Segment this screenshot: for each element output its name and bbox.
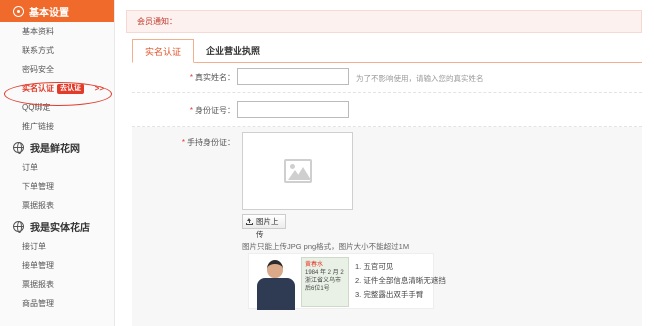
upload-button-label: 图片上传 bbox=[256, 217, 279, 239]
tip-item: 3. 完整露出双手手臂 bbox=[355, 290, 424, 299]
real-name-input[interactable] bbox=[237, 68, 349, 85]
sidebar-item-store-reports[interactable]: 票据报表 bbox=[0, 275, 114, 294]
photo-preview[interactable] bbox=[242, 132, 353, 210]
globe-icon bbox=[13, 220, 24, 233]
sidebar-item-products[interactable]: 商品管理 bbox=[0, 294, 114, 313]
upload-button[interactable]: 图片上传 bbox=[242, 214, 286, 239]
tab-bar: 实名认证 企业营业执照 bbox=[132, 39, 642, 63]
member-notice: 会员通知： bbox=[126, 10, 642, 33]
required-mark: * bbox=[181, 138, 185, 147]
id-number-input[interactable] bbox=[237, 101, 349, 118]
sidebar-section-florist-net[interactable]: 我是鲜花网 bbox=[0, 136, 114, 158]
sidebar-item-basic-info[interactable]: 基本资料 bbox=[0, 22, 114, 41]
format-hint: 图片只能上传JPG png格式，图片大小不能超过1M bbox=[242, 242, 410, 251]
real-name-hint: 为了不影响使用，请输入您的真实姓名 bbox=[356, 74, 484, 83]
real-name-label-text: 真实姓名： bbox=[195, 73, 235, 82]
main-content: 会员通知： 实名认证 企业营业执照 * 真实姓名： 为了不影响使用，请输入您的真实… bbox=[126, 0, 644, 326]
person-figure bbox=[255, 258, 299, 310]
globe-icon bbox=[13, 141, 24, 154]
required-mark: * bbox=[189, 106, 193, 115]
sidebar-item-receive-manage[interactable]: 接单管理 bbox=[0, 256, 114, 275]
form-row-real-name: * 真实姓名： 为了不影响使用，请输入您的真实姓名 bbox=[132, 63, 642, 93]
card-name: 黄春水 bbox=[305, 262, 324, 268]
tip-item: 2. 证件全部信息清晰无遮挡 bbox=[355, 276, 446, 285]
tip-item: 1. 五官可见 bbox=[355, 262, 394, 271]
card-year: 1984 年 2 月 2 bbox=[305, 270, 344, 276]
sidebar-item-receive-orders[interactable]: 接订单 bbox=[0, 237, 114, 256]
image-placeholder-icon bbox=[284, 159, 312, 183]
card-extra: 后6位1号 bbox=[305, 286, 330, 292]
sidebar-section-title: 基本设置 bbox=[29, 7, 69, 19]
sidebar-section-physical-store[interactable]: 我是实体花店 bbox=[0, 215, 114, 237]
sidebar-item-contact[interactable]: 联系方式 bbox=[0, 41, 114, 60]
id-number-label: * 身份证号： bbox=[132, 105, 235, 116]
id-photo-label: * 手持身份证： bbox=[132, 137, 235, 148]
highlight-oval bbox=[4, 82, 112, 106]
upload-icon bbox=[246, 218, 253, 225]
sidebar-item-orders[interactable]: 订单 bbox=[0, 158, 114, 177]
settings-icon bbox=[13, 5, 24, 17]
sidebar-section-basic-settings[interactable]: 基本设置 bbox=[0, 0, 114, 22]
sidebar-section-title: 我是鲜花网 bbox=[30, 143, 80, 155]
required-mark: * bbox=[189, 73, 193, 82]
sample-photo: 黄春水 1984 年 2 月 2 浙江省义乌市 后6位1号 1. 五官可见 2.… bbox=[248, 253, 446, 310]
sidebar-section-title: 我是实体花店 bbox=[30, 222, 90, 234]
id-number-label-text: 身份证号： bbox=[195, 106, 235, 115]
sample-id-card: 黄春水 1984 年 2 月 2 浙江省义乌市 后6位1号 bbox=[301, 257, 349, 307]
id-photo-label-text: 手持身份证： bbox=[187, 138, 235, 147]
form-row-id-photo: * 手持身份证： 图片上传 图片只能上传JPG png格式，图片大小不能超过1M … bbox=[132, 127, 642, 326]
sidebar-item-promo-link[interactable]: 推广链接 bbox=[0, 117, 114, 136]
sidebar: 基本设置 基本资料 联系方式 密码安全 实名认证 去认证 >> QQ绑定 推广链接… bbox=[0, 0, 115, 326]
sidebar-item-password[interactable]: 密码安全 bbox=[0, 60, 114, 79]
form-row-id-number: * 身份证号： bbox=[132, 93, 642, 127]
tab-real-name-auth[interactable]: 实名认证 bbox=[132, 39, 195, 63]
photo-tips: 1. 五官可见 2. 证件全部信息清晰无遮挡 3. 完整露出双手手臂 bbox=[355, 260, 446, 302]
tab-business-license[interactable]: 企业营业执照 bbox=[194, 39, 272, 63]
sidebar-item-order-manage[interactable]: 下单管理 bbox=[0, 177, 114, 196]
sidebar-item-reports[interactable]: 票据报表 bbox=[0, 196, 114, 215]
real-name-label: * 真实姓名： bbox=[132, 72, 235, 83]
card-address: 浙江省义乌市 bbox=[305, 278, 342, 284]
